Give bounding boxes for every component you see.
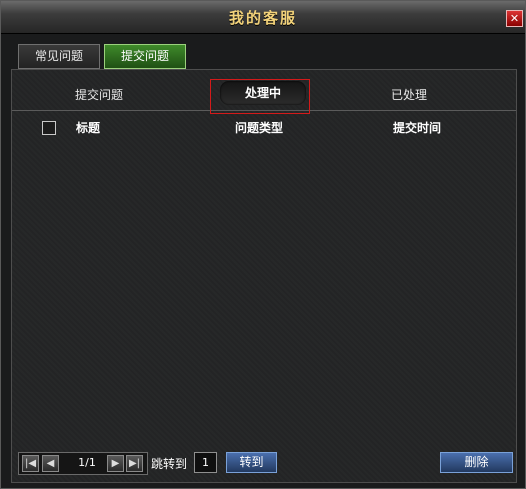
- customer-service-window: 我的客服 ✕ 常见问题 提交问题 提交问题 处理中 已处理 标题 问题类型 提交…: [0, 0, 526, 489]
- next-page-icon[interactable]: ▶: [107, 455, 124, 472]
- selection-highlight: [210, 79, 310, 114]
- subtab-processed[interactable]: 已处理: [391, 86, 427, 103]
- prev-page-icon[interactable]: ◀: [42, 455, 59, 472]
- page-info: 1/1: [78, 456, 96, 469]
- go-button[interactable]: 转到: [226, 452, 277, 473]
- last-page-icon[interactable]: ▶|: [126, 455, 143, 472]
- table-header: 标题 问题类型 提交时间: [12, 119, 516, 139]
- column-header-title: 标题: [76, 121, 101, 135]
- delete-button[interactable]: 删除: [440, 452, 513, 473]
- status-subtabs: 提交问题 处理中 已处理: [12, 76, 516, 114]
- tab-faq[interactable]: 常见问题: [18, 44, 100, 69]
- content-panel: 提交问题 处理中 已处理 标题 问题类型 提交时间 |◀ ◀ 1/1 ▶ ▶| …: [11, 69, 517, 483]
- column-header-type: 问题类型: [235, 121, 284, 135]
- title-bar[interactable]: 我的客服 ✕: [1, 1, 525, 34]
- subtab-submitted[interactable]: 提交问题: [75, 86, 123, 103]
- select-all-checkbox[interactable]: [42, 121, 56, 135]
- window-title: 我的客服: [228, 9, 297, 27]
- tab-submit-question[interactable]: 提交问题: [104, 44, 186, 69]
- first-page-icon[interactable]: |◀: [22, 455, 39, 472]
- close-icon[interactable]: ✕: [506, 10, 523, 27]
- jump-page-input[interactable]: [194, 452, 217, 473]
- footer-bar: |◀ ◀ 1/1 ▶ ▶| 跳转到 转到 删除: [12, 448, 516, 476]
- column-header-time: 提交时间: [393, 121, 442, 135]
- jump-label: 跳转到: [151, 457, 188, 471]
- pager: |◀ ◀ 1/1 ▶ ▶|: [18, 452, 148, 475]
